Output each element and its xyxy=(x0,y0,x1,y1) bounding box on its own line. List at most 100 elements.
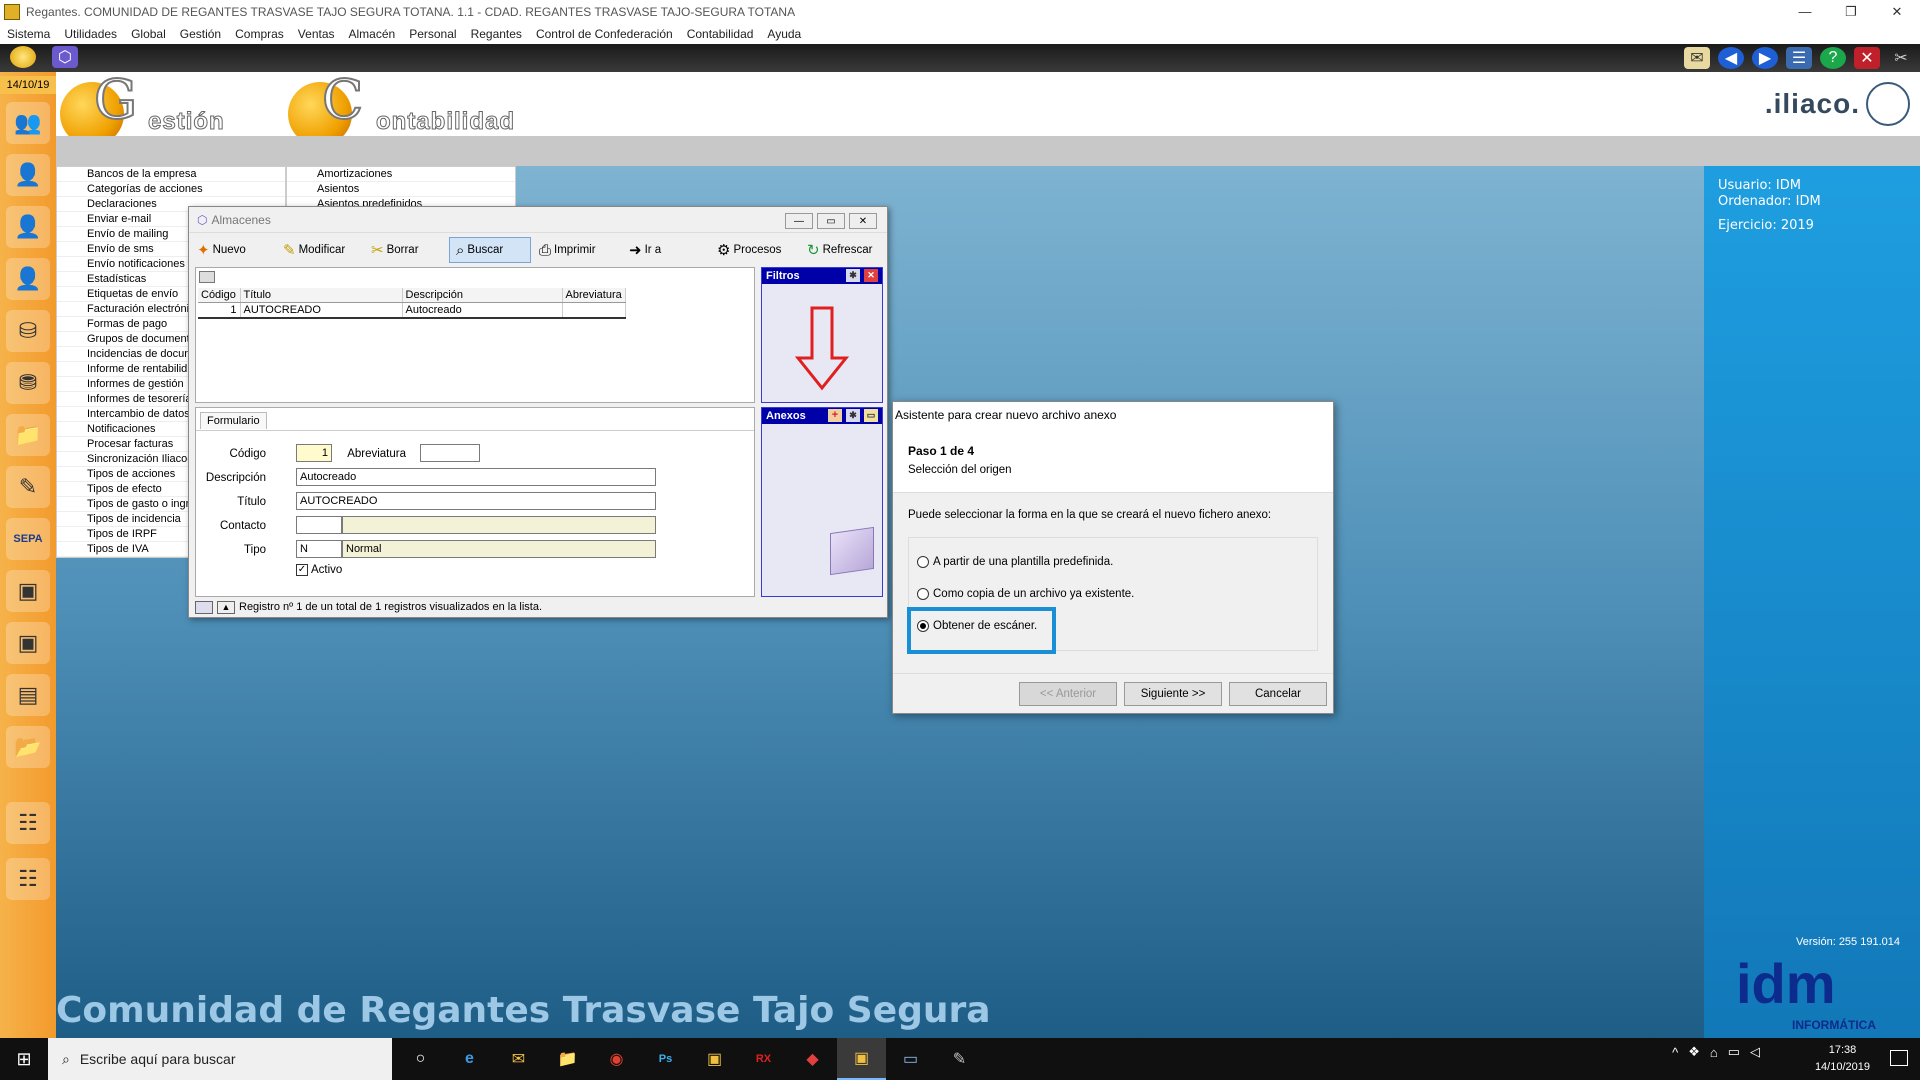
list-icon[interactable]: ☷ xyxy=(6,802,50,844)
sepa-icon[interactable]: SEPA xyxy=(6,518,50,560)
photoshop-icon[interactable]: Ps xyxy=(641,1038,690,1080)
folder-f-icon[interactable]: 📁 xyxy=(6,414,50,456)
menu-sistema[interactable]: Sistema xyxy=(0,27,57,41)
window-list-icon[interactable]: ☰ xyxy=(1786,47,1812,69)
back-arrow-icon[interactable]: ◀ xyxy=(1718,47,1744,69)
menu-personal[interactable]: Personal xyxy=(402,27,463,41)
nuevo-button[interactable]: ✦ Nuevo xyxy=(191,237,275,263)
imprimir-button[interactable]: ⎙ Imprimir xyxy=(533,237,621,263)
user-icon[interactable]: 👤 xyxy=(6,206,50,248)
taskbar-search[interactable]: ⌕ Escribe aquí para buscar xyxy=(48,1038,392,1080)
task-view-icon[interactable]: ○ xyxy=(396,1038,445,1080)
anterior-button[interactable]: << Anterior xyxy=(1019,682,1117,706)
col-abreviatura[interactable]: Abreviatura xyxy=(562,288,626,303)
tools-icon[interactable]: ✂ xyxy=(1888,47,1914,69)
pencil-icon[interactable]: ✎ xyxy=(6,466,50,508)
tipo-code-field[interactable]: N xyxy=(296,540,342,558)
descripcion-field[interactable]: Autocreado xyxy=(296,468,656,486)
menu-control-confederacion[interactable]: Control de Confederación xyxy=(529,27,680,41)
radio-plantilla[interactable] xyxy=(917,556,929,568)
modificar-button[interactable]: ✎ Modificar xyxy=(277,237,363,263)
taskbar-clock[interactable]: 17:38 14/10/2019 xyxy=(1815,1042,1870,1076)
col-titulo[interactable]: Título xyxy=(240,288,403,303)
menu-compras[interactable]: Compras xyxy=(228,27,291,41)
submenu-item[interactable]: Asientos xyxy=(287,182,515,197)
submenu-item[interactable]: Bancos de la empresa xyxy=(57,167,285,182)
box-icon[interactable]: ▣ xyxy=(6,622,50,664)
menu-regantes[interactable]: Regantes xyxy=(464,27,529,41)
menu-almacen[interactable]: Almacén xyxy=(342,27,403,41)
contacto-code-field[interactable] xyxy=(296,516,342,534)
dropbox-icon[interactable]: ❖ xyxy=(1688,1044,1700,1060)
submenu-item[interactable]: Categorías de acciones xyxy=(57,182,285,197)
user-a-icon[interactable]: 👤 xyxy=(6,154,50,196)
col-descripcion[interactable]: Descripción xyxy=(402,288,563,303)
menu-contabilidad[interactable]: Contabilidad xyxy=(680,27,761,41)
menu-utilidades[interactable]: Utilidades xyxy=(57,27,124,41)
grid-menu-icon[interactable] xyxy=(199,271,215,283)
restore-button[interactable]: ❐ xyxy=(1828,0,1874,23)
tab-formulario[interactable]: Formulario xyxy=(200,412,267,429)
option-plantilla[interactable]: A partir de una plantilla predefinida. xyxy=(917,556,1113,568)
almacenes-close-button[interactable]: ✕ xyxy=(849,213,877,229)
box-icon[interactable]: ▣ xyxy=(6,570,50,612)
submenu-item[interactable]: Amortizaciones xyxy=(287,167,515,182)
notification-icon[interactable] xyxy=(1890,1050,1908,1066)
chevron-up-icon[interactable]: ^ xyxy=(1672,1045,1678,1060)
users-icon[interactable]: 👥 xyxy=(6,102,50,144)
filtros-close-icon[interactable]: ✕ xyxy=(864,269,878,282)
procesos-button[interactable]: ⚙ Procesos xyxy=(711,237,799,263)
almacenes-minimize-button[interactable]: — xyxy=(785,213,813,229)
file-explorer-icon[interactable]: 📁 xyxy=(543,1038,592,1080)
window-app-icon[interactable]: ▭ xyxy=(886,1038,935,1080)
anydesk-icon[interactable]: ◆ xyxy=(788,1038,837,1080)
buscar-button[interactable]: ⌕ Buscar xyxy=(449,237,531,263)
ir-a-button[interactable]: ➜ Ir a xyxy=(623,237,709,263)
chevron-up-icon[interactable]: ▲ xyxy=(217,600,235,614)
status-grid-icon[interactable] xyxy=(195,600,213,614)
activo-checkbox[interactable]: ✓ Activo xyxy=(296,564,342,576)
cube-icon[interactable]: ⬡ xyxy=(52,46,78,68)
volume-icon[interactable]: ◁ xyxy=(1750,1044,1760,1060)
chrome-icon[interactable]: ◉ xyxy=(592,1038,641,1080)
network-icon[interactable]: ⌂ xyxy=(1710,1045,1718,1060)
help-icon[interactable]: ? xyxy=(1820,47,1846,69)
almacenes-restore-button[interactable]: ▭ xyxy=(817,213,845,229)
windows-start-icon[interactable]: ⊞ xyxy=(0,1038,48,1080)
close-app-icon[interactable]: ✕ xyxy=(1854,47,1880,69)
database-icon[interactable]: ⛃ xyxy=(6,362,50,404)
cancelar-button[interactable]: Cancelar xyxy=(1229,682,1327,706)
forward-arrow-icon[interactable]: ▶ xyxy=(1752,47,1778,69)
fc-icon[interactable]: ▤ xyxy=(6,674,50,716)
abreviatura-field[interactable] xyxy=(420,444,480,462)
cylinder-icon[interactable]: ⛁ xyxy=(6,310,50,352)
tool-app-icon[interactable]: ✎ xyxy=(935,1038,984,1080)
radio-copia[interactable] xyxy=(917,588,929,600)
menu-ventas[interactable]: Ventas xyxy=(291,27,342,41)
rx-icon[interactable]: RX xyxy=(739,1038,788,1080)
add-anexo-icon[interactable]: + xyxy=(828,409,842,422)
globe-icon[interactable] xyxy=(10,46,36,68)
filtros-config-icon[interactable]: ✱ xyxy=(846,269,860,282)
close-button[interactable]: ✕ xyxy=(1874,0,1920,23)
regantes-app-icon[interactable]: ▣ xyxy=(837,1038,886,1080)
menu-ayuda[interactable]: Ayuda xyxy=(760,27,808,41)
anexo-folder-icon[interactable]: ▭ xyxy=(864,409,878,422)
refrescar-button[interactable]: ↻ Refrescar xyxy=(801,237,883,263)
menu-global[interactable]: Global xyxy=(124,27,173,41)
list-icon[interactable]: ☷ xyxy=(6,858,50,900)
edge-icon[interactable]: e xyxy=(445,1038,494,1080)
anexo-config-icon[interactable]: ✱ xyxy=(846,409,860,422)
app-icon[interactable]: ▣ xyxy=(690,1038,739,1080)
wifi-icon[interactable]: ▭ xyxy=(1728,1044,1740,1060)
borrar-button[interactable]: ✂ Borrar xyxy=(365,237,447,263)
user-icon[interactable]: 👤 xyxy=(6,258,50,300)
menu-gestion[interactable]: Gestión xyxy=(173,27,228,41)
table-row[interactable]: 1 AUTOCREADO Autocreado xyxy=(198,302,626,319)
mail-app-icon[interactable]: ✉ xyxy=(494,1038,543,1080)
option-copia[interactable]: Como copia de un archivo ya existente. xyxy=(917,588,1134,600)
siguiente-button[interactable]: Siguiente >> xyxy=(1124,682,1222,706)
folder-icon[interactable]: 📂 xyxy=(6,726,50,768)
minimize-button[interactable]: — xyxy=(1782,0,1828,23)
titulo-field[interactable]: AUTOCREADO xyxy=(296,492,656,510)
